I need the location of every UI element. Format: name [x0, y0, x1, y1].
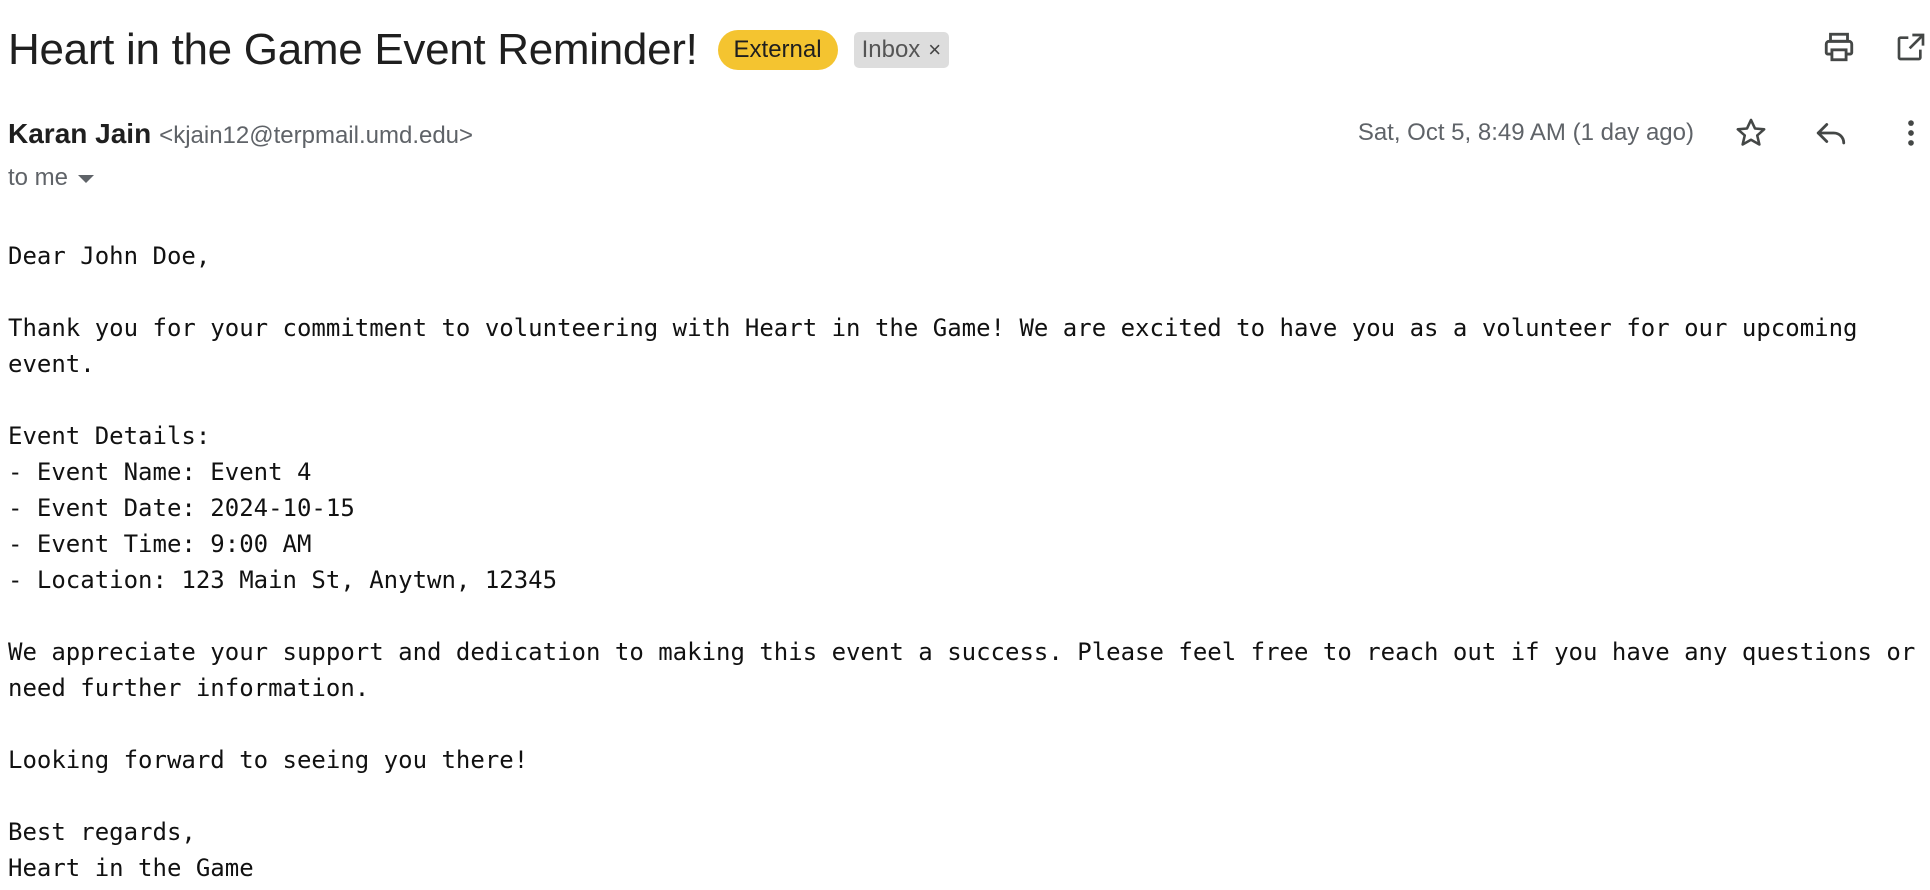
- reply-button[interactable]: [1812, 114, 1850, 152]
- body-paragraph-line: event.: [8, 350, 95, 378]
- thread-actions: [1820, 28, 1930, 66]
- more-vertical-icon: [1908, 120, 1914, 146]
- sender-info: Karan Jain <kjain12@terpmail.umd.edu>: [8, 118, 473, 150]
- greeting: Dear John Doe,: [8, 242, 211, 270]
- sign-off: Best regards,: [8, 818, 196, 846]
- remove-label-close-icon[interactable]: ×: [928, 39, 941, 61]
- recipient-row: to me: [8, 164, 95, 192]
- inbox-label-text: Inbox: [861, 36, 921, 63]
- printer-icon: [1824, 32, 1854, 62]
- message-date: Sat, Oct 5, 8:49 AM (1 day ago): [1357, 119, 1694, 146]
- external-label-badge: External: [717, 30, 838, 70]
- message-meta: Sat, Oct 5, 8:49 AM (1 day ago): [1358, 114, 1930, 152]
- print-button[interactable]: [1820, 28, 1858, 66]
- email-body: Dear John Doe, Thank you for your commit…: [8, 238, 1926, 886]
- subject-row: Heart in the Game Event Reminder! Extern…: [8, 20, 950, 80]
- body-paragraph-line: need further information.: [8, 674, 370, 702]
- email-view: Heart in the Game Event Reminder! Extern…: [0, 0, 1930, 890]
- signature: Heart in the Game: [8, 854, 254, 882]
- show-details-chevron-down-icon[interactable]: [78, 175, 95, 183]
- body-paragraph-line: Thank you for your commitment to volunte…: [8, 314, 1858, 342]
- sender-email: <kjain12@terpmail.umd.edu>: [159, 122, 474, 149]
- star-button[interactable]: [1732, 114, 1770, 152]
- closing-line: Looking forward to seeing you there!: [8, 746, 529, 774]
- star-icon: [1736, 118, 1766, 146]
- event-detail-item: - Event Date: 2024-10-15: [8, 494, 355, 522]
- body-paragraph-line: We appreciate your support and dedicatio…: [8, 638, 1916, 666]
- event-detail-item: - Event Name: Event 4: [8, 458, 312, 486]
- email-subject: Heart in the Game Event Reminder!: [8, 25, 698, 74]
- message-actions: [1732, 114, 1930, 152]
- inbox-label-chip[interactable]: Inbox ×: [853, 32, 950, 68]
- reply-icon: [1816, 123, 1846, 145]
- more-options-button[interactable]: [1892, 114, 1930, 152]
- open-in-new-window-icon: [1897, 33, 1925, 61]
- open-in-new-window-button[interactable]: [1892, 28, 1930, 66]
- sender-name[interactable]: Karan Jain: [8, 118, 151, 150]
- external-label-text: External: [733, 36, 822, 63]
- event-details-heading: Event Details:: [8, 422, 211, 450]
- recipient-text: to me: [8, 164, 69, 191]
- event-detail-item: - Location: 123 Main St, Anytwn, 12345: [8, 566, 558, 594]
- event-detail-item: - Event Time: 9:00 AM: [8, 530, 312, 558]
